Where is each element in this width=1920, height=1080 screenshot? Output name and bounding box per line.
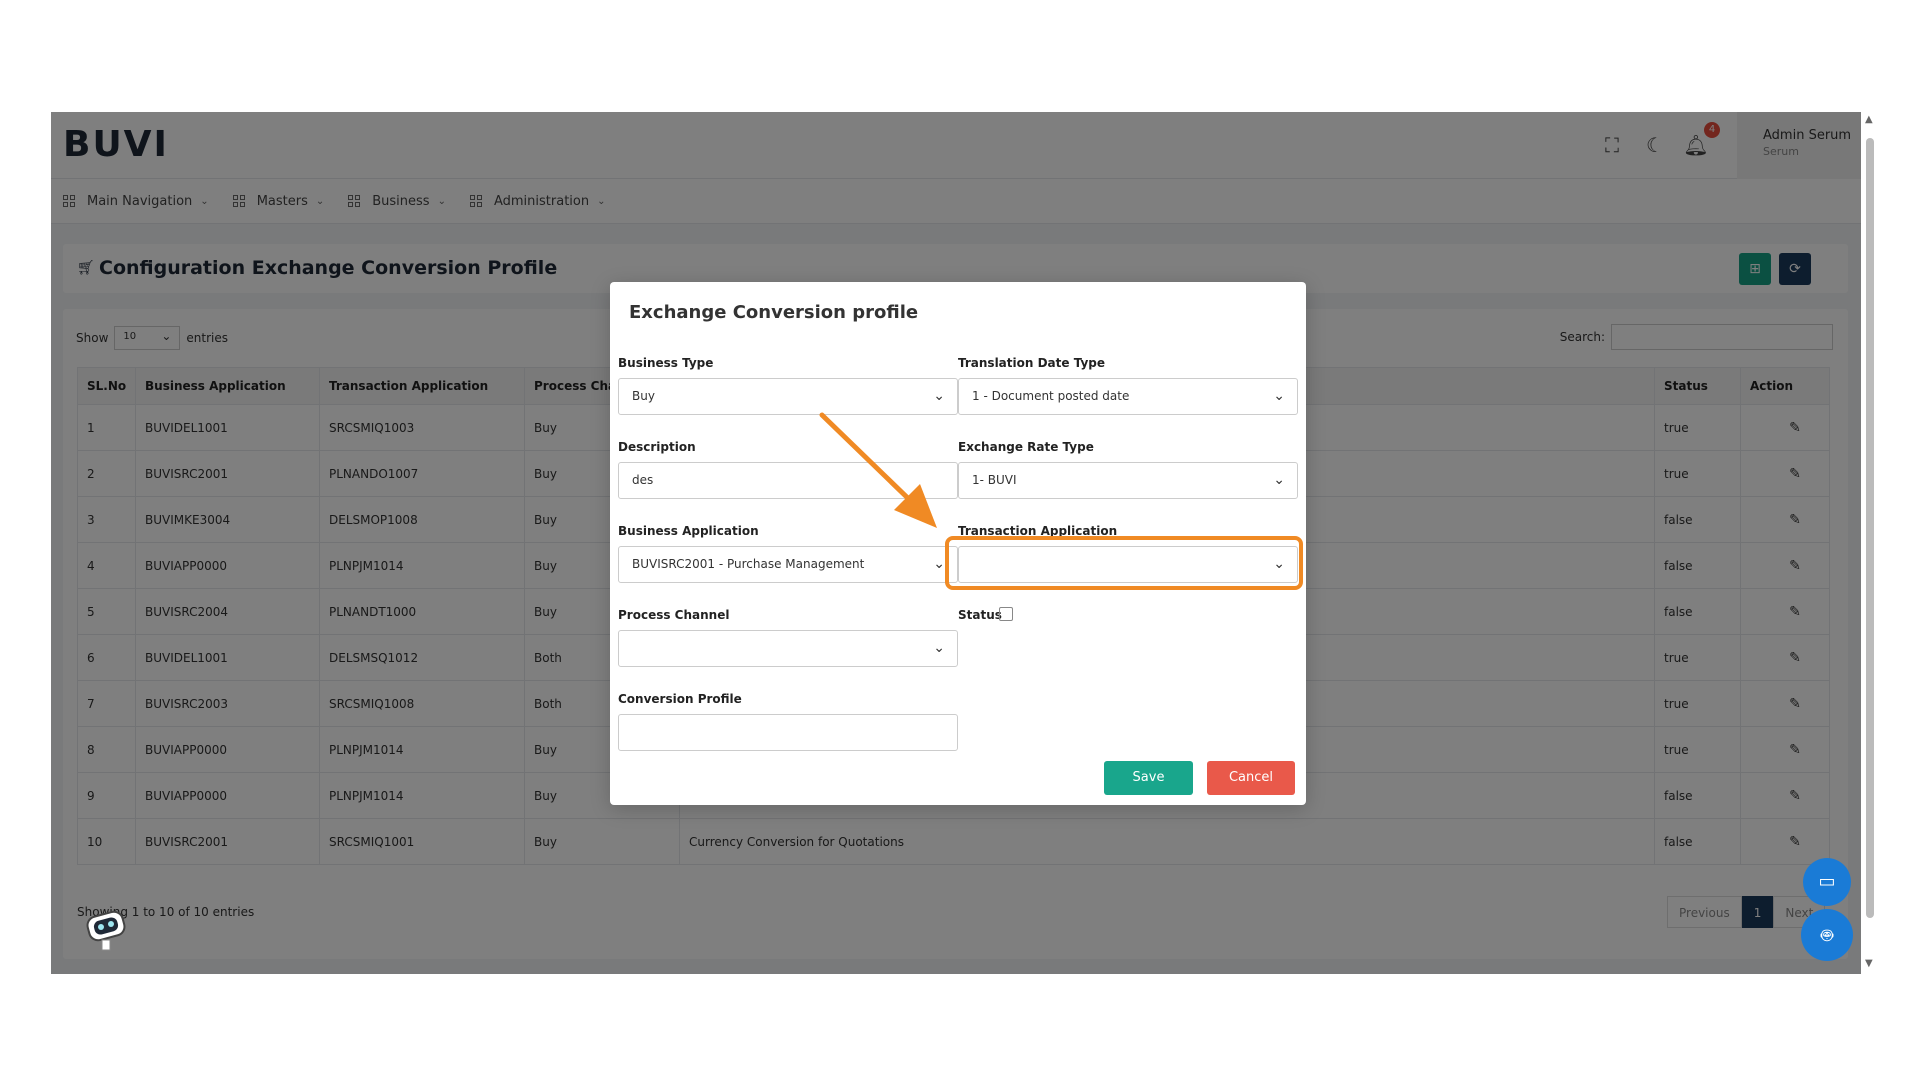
translation-date-type-value: 1 - Document posted date	[972, 389, 1130, 403]
business-type-value: Buy	[632, 389, 655, 403]
description-label: Description	[618, 440, 696, 454]
conversion-profile-label: Conversion Profile	[618, 692, 742, 706]
business-application-select[interactable]: BUVISRC2001 - Purchase Management ⌄	[618, 546, 958, 583]
exchange-rate-type-value: 1- BUVI	[972, 473, 1017, 487]
scroll-up-icon[interactable]: ▲	[1865, 114, 1873, 125]
conversion-profile-input[interactable]	[618, 714, 958, 751]
business-application-value: BUVISRC2001 - Purchase Management	[632, 557, 865, 571]
business-type-select[interactable]: Buy ⌄	[618, 378, 958, 415]
save-button[interactable]: Save	[1104, 761, 1193, 795]
translation-date-type-label: Translation Date Type	[958, 356, 1106, 370]
robot-mascot-icon[interactable]	[84, 908, 128, 952]
status-checkbox[interactable]	[999, 607, 1013, 621]
exchange-rate-type-select[interactable]: 1- BUVI ⌄	[958, 462, 1298, 499]
chevron-down-icon: ⌄	[1273, 388, 1285, 404]
translation-date-type-select[interactable]: 1 - Document posted date ⌄	[958, 378, 1298, 415]
business-application-label: Business Application	[618, 524, 759, 538]
highlight-box	[945, 536, 1303, 590]
description-value: des	[632, 473, 654, 487]
modal-title: Exchange Conversion profile	[629, 302, 919, 323]
chat-icon[interactable]: ▭	[1803, 858, 1851, 906]
assistant-bot-icon[interactable]: 🤖︎	[1801, 909, 1853, 961]
cancel-button[interactable]: Cancel	[1207, 761, 1295, 795]
process-channel-select[interactable]: ⌄	[618, 630, 958, 667]
exchange-rate-type-label: Exchange Rate Type	[958, 440, 1094, 454]
chevron-down-icon: ⌄	[1273, 472, 1285, 488]
chevron-down-icon: ⌄	[933, 556, 945, 572]
scroll-thumb[interactable]	[1866, 138, 1874, 918]
process-channel-label: Process Channel	[618, 608, 730, 622]
chevron-down-icon: ⌄	[933, 640, 945, 656]
page-scrollbar[interactable]: ▲ ▼	[1861, 112, 1878, 974]
description-input[interactable]: des	[618, 462, 958, 499]
status-label: Status	[958, 608, 1002, 622]
business-type-label: Business Type	[618, 356, 714, 370]
scroll-down-icon[interactable]: ▼	[1865, 958, 1873, 969]
chevron-down-icon: ⌄	[933, 388, 945, 404]
